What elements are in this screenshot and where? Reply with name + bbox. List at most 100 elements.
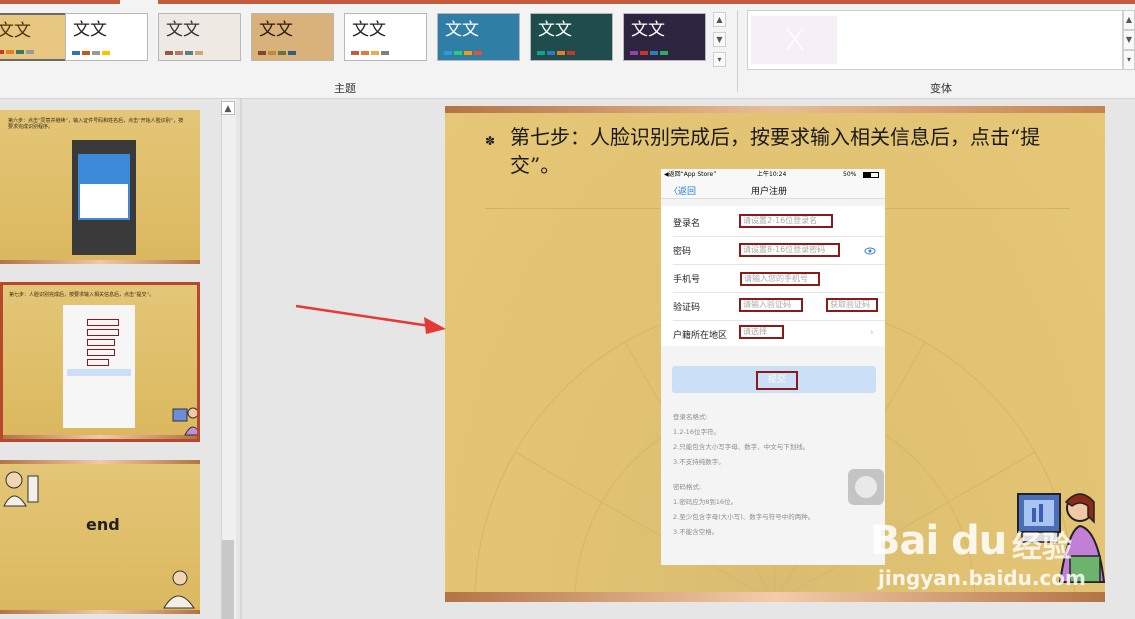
person-at-computer-icon xyxy=(172,407,197,436)
variant-preview-icon xyxy=(786,27,804,51)
rule-line: 登录名格式: xyxy=(673,413,708,421)
theme-item[interactable]: 文文 xyxy=(623,13,706,61)
form-divider xyxy=(673,320,885,321)
rule-line: 3.不能含空格。 xyxy=(673,528,719,536)
color-swatch xyxy=(547,51,555,55)
region-select[interactable]: 请选择 xyxy=(739,325,784,339)
theme-color-swatches xyxy=(165,51,203,55)
slide-thumbnail-8[interactable]: end xyxy=(0,460,200,614)
theme-sample-text: 文文 xyxy=(0,21,31,41)
color-swatch xyxy=(92,51,100,55)
slide-bottom-border xyxy=(445,592,1105,602)
scroll-up-icon[interactable]: ▲ xyxy=(221,101,235,115)
thumb-field xyxy=(87,319,119,326)
theme-item[interactable]: 文文 xyxy=(530,13,613,61)
status-time: 上午10:24 xyxy=(757,171,787,178)
theme-item[interactable]: 文文 xyxy=(0,13,71,61)
color-swatch xyxy=(288,51,296,55)
chevron-right-icon: › xyxy=(870,328,874,338)
field-label-code: 验证码 xyxy=(673,303,701,313)
color-swatch xyxy=(537,51,545,55)
variant-item[interactable] xyxy=(751,16,837,64)
field-label-phone: 手机号 xyxy=(673,275,701,285)
assistive-touch-icon xyxy=(855,476,877,498)
scholar-figure-icon xyxy=(163,570,195,609)
rule-line: 1.密码应为8到16位。 xyxy=(673,498,738,506)
verification-code-input[interactable]: 请输入验证码 xyxy=(739,298,803,312)
thumb-field xyxy=(87,359,109,366)
color-swatch xyxy=(630,51,638,55)
group-label-themes: 主题 xyxy=(334,82,356,95)
color-swatch xyxy=(195,51,203,55)
red-arrow-icon xyxy=(295,304,446,334)
variant-more-button[interactable]: ▾ xyxy=(1123,50,1135,70)
status-back-app: ◀返回“App Store” xyxy=(664,171,717,178)
color-swatch xyxy=(454,51,462,55)
color-swatch xyxy=(557,51,565,55)
theme-item[interactable]: 文文 xyxy=(437,13,520,61)
variant-scroll-down-button[interactable]: ▼ xyxy=(1123,30,1135,50)
gallery-scroll-down-button[interactable]: ▼ xyxy=(713,32,726,47)
theme-item[interactable]: 文文 xyxy=(344,13,427,61)
theme-color-swatches xyxy=(444,51,482,55)
eye-icon[interactable] xyxy=(864,247,876,255)
gallery-more-button[interactable]: ▾ xyxy=(713,52,726,67)
thumb-phone-image xyxy=(63,305,135,428)
rule-line: 密码格式: xyxy=(673,483,702,491)
thumb-phone-dialog xyxy=(80,184,128,218)
theme-sample-text: 文文 xyxy=(631,20,665,40)
theme-item[interactable]: 文文 xyxy=(158,13,241,61)
color-swatch xyxy=(640,51,648,55)
ribbon-group-separator xyxy=(737,10,738,92)
gallery-scroll-up-button[interactable]: ▲ xyxy=(713,12,726,27)
color-swatch xyxy=(361,51,369,55)
color-swatch xyxy=(26,50,34,54)
theme-sample-text: 文文 xyxy=(73,20,107,40)
variant-scroll-up-button[interactable]: ▲ xyxy=(1123,10,1135,30)
thumb-end-text: end xyxy=(86,515,120,534)
baidu-watermark-logo: Bai du xyxy=(870,518,1007,564)
color-swatch xyxy=(82,51,90,55)
baidu-watermark-brand: 经验 xyxy=(1012,530,1072,565)
slide-thumbnail-6[interactable]: 第六步：点击“同意并继续”，输入证件号码和姓名后，点击“开始人脸识别”，按要求完… xyxy=(0,110,200,264)
bullet-icon: ✽ xyxy=(485,134,496,148)
theme-sample-text: 文文 xyxy=(352,20,386,40)
color-swatch xyxy=(258,51,266,55)
scrollbar-thumb[interactable] xyxy=(222,540,234,619)
theme-item[interactable]: 文文 xyxy=(251,13,334,61)
field-label-password: 密码 xyxy=(673,247,692,257)
get-code-button[interactable]: 获取验证码 xyxy=(826,298,878,312)
color-swatch xyxy=(278,51,286,55)
thumb-text: 第七步：人脸识别完成后，按要求输入相关信息后，点击“提交”。 xyxy=(9,292,155,298)
color-swatch xyxy=(185,51,193,55)
nav-back-link[interactable]: 〈返回 xyxy=(669,184,696,197)
color-swatch xyxy=(6,50,14,54)
ribbon-tab-gap xyxy=(120,0,158,4)
group-label-variants: 变体 xyxy=(930,82,952,95)
thumb-phone-image xyxy=(72,140,136,255)
phone-status-bar: ◀返回“App Store” 上午10:24 50% xyxy=(661,169,885,181)
color-swatch xyxy=(351,51,359,55)
color-swatch xyxy=(16,50,24,54)
phone-nav-bar: 〈返回 用户注册 xyxy=(661,181,885,199)
thumb-field xyxy=(87,329,119,336)
pane-divider[interactable] xyxy=(240,99,242,619)
thumb-submit xyxy=(67,369,131,376)
form-divider xyxy=(673,264,885,265)
color-swatch xyxy=(175,51,183,55)
theme-item[interactable]: 文文 xyxy=(65,13,148,61)
theme-sample-text: 文文 xyxy=(166,20,200,40)
thumb-stripe xyxy=(0,260,200,264)
password-input[interactable]: 请设置8-16位登录密码 xyxy=(739,243,840,257)
color-swatch xyxy=(660,51,668,55)
phone-number-input[interactable]: 请输入您的手机号 xyxy=(740,272,820,286)
username-input[interactable]: 请设置2-16位登录名 xyxy=(739,214,833,228)
theme-sample-text: 文文 xyxy=(538,20,572,40)
color-swatch xyxy=(268,51,276,55)
slide-thumbnail-7-selected[interactable]: 第七步：人脸识别完成后，按要求输入相关信息后，点击“提交”。 xyxy=(0,282,200,442)
theme-color-swatches xyxy=(537,51,575,55)
form-divider xyxy=(673,236,885,237)
ribbon-accent-bar xyxy=(0,0,1135,4)
submit-button[interactable]: 提交 xyxy=(756,371,798,390)
rule-line: 3.不支持纯数字。 xyxy=(673,458,725,466)
